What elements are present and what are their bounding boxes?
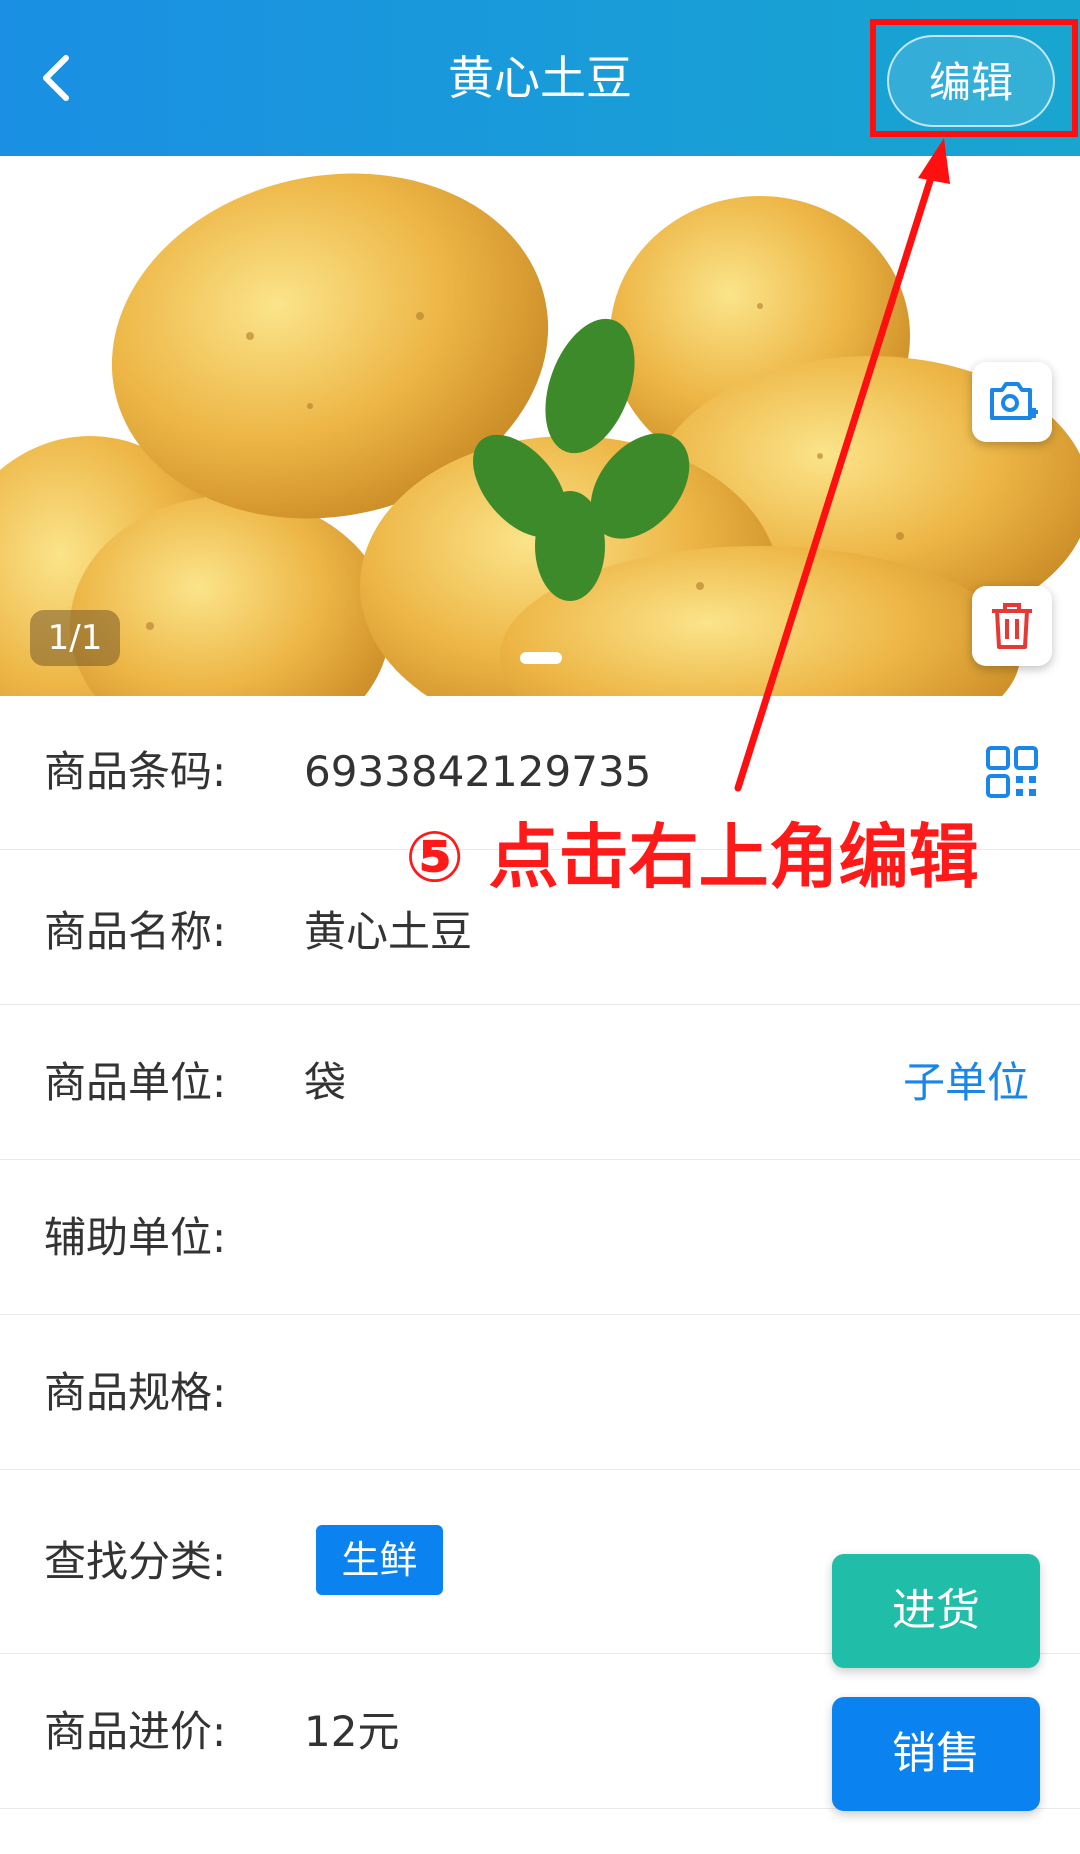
annotation-text: ⑤ 点击右上角编辑 — [405, 816, 979, 898]
category-tag[interactable]: 生鲜 — [316, 1525, 443, 1595]
category-label: 查找分类: — [44, 1537, 227, 1586]
sell-button[interactable]: 销售 — [832, 1697, 1040, 1811]
sub-unit-link[interactable]: 子单位 — [903, 1053, 1029, 1113]
purchase-button[interactable]: 进货 — [832, 1554, 1040, 1668]
annotation-highlight-box — [870, 19, 1078, 137]
unit-value: 袋 — [304, 1058, 347, 1107]
product-photo — [0, 173, 1080, 696]
delete-photo-button[interactable] — [972, 586, 1052, 666]
carousel-indicator — [520, 652, 562, 664]
specification-label: 商品规格: — [44, 1368, 227, 1417]
trash-icon — [992, 603, 1032, 649]
image-counter: 1/1 — [30, 610, 120, 666]
specification-row[interactable]: 商品规格: — [0, 1315, 1080, 1470]
add-photo-button[interactable] — [972, 362, 1052, 442]
camera-plus-icon — [990, 382, 1038, 420]
product-name-value: 黄心土豆 — [304, 907, 473, 956]
barcode-label: 商品条码: — [44, 747, 227, 796]
qr-code-icon[interactable] — [986, 746, 1038, 798]
auxiliary-unit-label: 辅助单位: — [44, 1213, 227, 1262]
product-name-label: 商品名称: — [44, 907, 227, 956]
auxiliary-unit-row[interactable]: 辅助单位: — [0, 1160, 1080, 1315]
purchase-price-label: 商品进价: — [44, 1707, 227, 1756]
unit-row: 商品单位: 袋 子单位 — [0, 1005, 1080, 1160]
purchase-price-value: 12元 — [304, 1707, 400, 1756]
unit-label: 商品单位: — [44, 1058, 227, 1107]
product-image-gallery[interactable] — [0, 156, 1080, 696]
barcode-value: 6933842129735 — [304, 747, 652, 796]
